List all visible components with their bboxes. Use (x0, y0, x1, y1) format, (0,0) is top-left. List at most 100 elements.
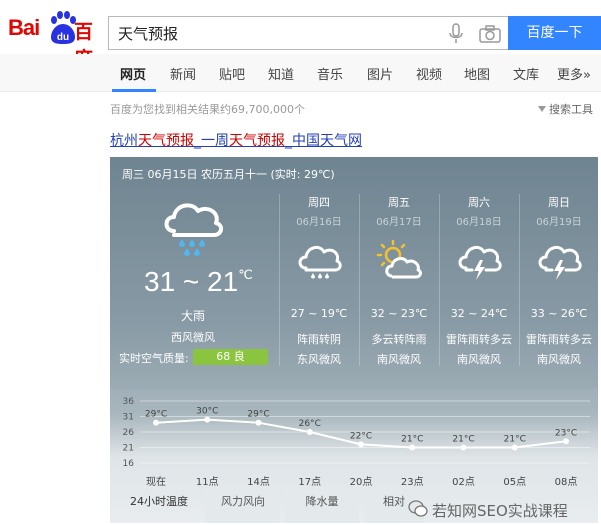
search-tools-button[interactable]: 搜索工具 (538, 101, 593, 117)
data-label: 26°C (299, 419, 321, 429)
forecast-weekday: 周五 (388, 196, 410, 209)
tab-tieba[interactable]: 贴吧 (219, 64, 245, 83)
tab-map[interactable]: 地图 (464, 64, 490, 83)
data-label: 29°C (145, 410, 167, 420)
forecast-wind: 南风微风 (377, 353, 421, 366)
sun-cloud-icon (376, 240, 422, 279)
result-title-highlight-2: 天气预报 (229, 133, 285, 149)
forecast-day[interactable]: 周五 06月17日 32 ~ 23℃ 多云转阵雨 南风微风 (359, 194, 439, 374)
filter-icon (538, 106, 546, 112)
data-point (255, 419, 262, 426)
result-title-prefix: 杭州 (110, 133, 138, 149)
tab-wenku[interactable]: 文库 (513, 64, 539, 83)
forecast-temp: 27 ~ 19℃ (290, 307, 348, 320)
today-temp-range: 31 ~ 21 (144, 266, 239, 297)
result-count: 百度为您找到相关结果约69,700,000个 (110, 103, 305, 116)
forecast-weekday: 周四 (308, 196, 330, 209)
x-tick-label: 14点 (247, 476, 270, 488)
data-label: 30°C (196, 407, 218, 417)
forecast-date: 06月18日 (456, 217, 502, 228)
forecast-day[interactable]: 周日 06月19日 33 ~ 26℃ 雷阵雨转多云 南风微风 (519, 194, 598, 374)
data-point (409, 444, 416, 451)
y-tick-label: 36 (123, 397, 135, 407)
x-tick-label: 现在 (146, 476, 166, 488)
tab-images[interactable]: 图片 (367, 64, 393, 83)
forecast-day[interactable]: 周四 06月16日 27 ~ 19℃ 阵雨转阴 东风微风 (279, 194, 359, 374)
temperature-chart: 36 31 26 21 16 29°C 现在 30°C 11点 29°C 14点 26°C 17点 22°… (110, 389, 598, 489)
weather-header: 周三 06月15日 农历五月十一 (实时: 29℃) (122, 168, 335, 181)
baidu-logo[interactable]: Bai du 百度 (8, 11, 104, 70)
data-point (358, 441, 364, 448)
y-tick-label: 21 (123, 444, 134, 454)
watermark-text: 若知网SEO实战课程 (432, 502, 568, 520)
data-label: 29°C (247, 410, 269, 420)
tab-precipitation[interactable]: 降水量 (285, 490, 359, 523)
thunder-cloud-icon (458, 245, 502, 280)
watermark: 若知网SEO实战课程 (408, 497, 601, 523)
search-button[interactable]: 百度一下 (508, 16, 601, 50)
today-wind: 西风微风 (171, 331, 215, 344)
temperature-chart-svg: 36 31 26 21 16 29°C 现在 30°C 11点 29°C 14点 26°C 17点 22°… (123, 397, 590, 488)
forecast-temp: 32 ~ 24℃ (450, 307, 508, 320)
forecast-weekday: 周六 (468, 196, 490, 209)
tab-more[interactable]: 更多» (557, 64, 591, 83)
logo-du-text: du (57, 32, 69, 43)
tab-zhidao[interactable]: 知道 (268, 64, 294, 83)
forecast-wind: 南风微风 (537, 353, 581, 366)
data-label: 21°C (504, 435, 526, 445)
forecast-condition: 雷阵雨转多云 (446, 333, 512, 346)
data-point (563, 438, 569, 445)
forecast-condition: 雷阵雨转多云 (526, 333, 592, 346)
y-tick-label: 16 (123, 459, 135, 469)
rain-cloud-icon (164, 203, 223, 256)
result-title-link[interactable]: 杭州天气预报_一周天气预报_中国天气网 (110, 130, 362, 150)
logo-bai-text: Bai (8, 15, 40, 40)
microphone-icon[interactable] (448, 23, 464, 45)
search-box (108, 16, 508, 50)
result-title-mid: _一周 (194, 133, 229, 149)
x-tick-label: 17点 (298, 476, 321, 488)
tab-24h-temperature[interactable]: 24小时温度 (120, 490, 198, 523)
x-tick-label: 02点 (452, 476, 475, 488)
wechat-icon (408, 500, 428, 517)
tab-music[interactable]: 音乐 (317, 64, 343, 83)
weather-card: 周三 06月15日 农历五月十一 (实时: 29℃) 31 ~ 21℃ 大雨 西… (110, 157, 598, 523)
data-point (153, 419, 159, 426)
forecast-day[interactable]: 周六 06月18日 32 ~ 24℃ 雷阵雨转多云 南风微风 (439, 194, 519, 374)
thunder-cloud-icon (538, 245, 582, 280)
forecast-condition: 多云转阵雨 (371, 333, 427, 346)
today-condition: 大雨 (180, 309, 205, 323)
data-label: 21°C (452, 435, 474, 445)
tab-wind[interactable]: 风力风向 (206, 490, 280, 523)
active-tab-indicator (112, 89, 156, 92)
tab-video[interactable]: 视频 (416, 64, 442, 83)
x-tick-label: 11点 (196, 476, 219, 488)
data-point (306, 429, 313, 435)
x-tick-label: 23点 (401, 476, 424, 488)
data-label: 23°C (555, 428, 577, 438)
rain-cloud-icon (298, 245, 342, 279)
search-input[interactable] (109, 17, 409, 49)
search-tools-label: 搜索工具 (549, 103, 593, 116)
data-point (460, 444, 467, 451)
forecast-date: 06月16日 (296, 217, 342, 228)
forecast-temp: 33 ~ 26℃ (530, 307, 588, 320)
tab-web[interactable]: 网页 (120, 64, 146, 83)
forecast-temp: 32 ~ 23℃ (370, 307, 428, 320)
result-title-highlight-1: 天气预报 (138, 133, 194, 149)
forecast-condition: 阵雨转阴 (297, 333, 341, 346)
forecast-weekday: 周日 (548, 196, 570, 209)
forecast-wind: 南风微风 (457, 353, 501, 366)
today-temp-unit: ℃ (238, 267, 253, 282)
result-title-suffix: _中国天气网 (285, 133, 362, 149)
tab-news[interactable]: 新闻 (170, 64, 196, 83)
forecast-date: 06月17日 (376, 217, 422, 228)
y-tick-label: 31 (123, 413, 134, 423)
paw-icon: du (51, 11, 76, 44)
today-temperature: 31 ~ 21℃ (144, 266, 253, 298)
aqi-badge: 68 良 (193, 349, 268, 365)
forecast-date: 06月19日 (536, 217, 582, 228)
data-point (511, 444, 518, 451)
camera-icon[interactable] (479, 24, 501, 44)
x-tick-label: 08点 (555, 476, 578, 488)
